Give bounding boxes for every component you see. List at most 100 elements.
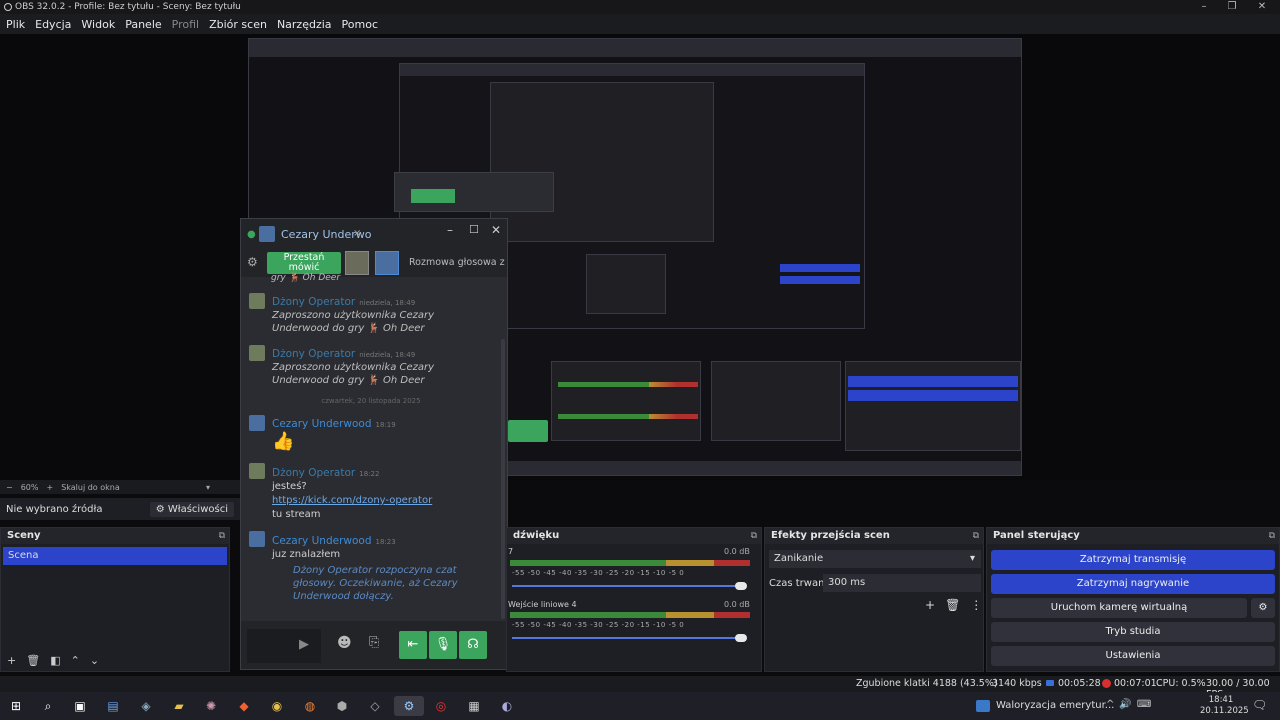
menu-bar: Plik Edycja Widok Panele Profil Zbiór sc… — [0, 14, 1280, 34]
menu-view[interactable]: Widok — [81, 18, 115, 31]
captured-blue-button — [780, 264, 860, 272]
duration-input[interactable]: 300 ms — [823, 574, 981, 592]
chevron-down-icon[interactable]: ▾ — [206, 483, 210, 492]
add-icon[interactable]: + — [7, 654, 16, 667]
news-icon[interactable] — [976, 700, 990, 712]
windows-start-icon[interactable]: ⊞ — [5, 696, 27, 716]
undock-icon[interactable]: ⧉ — [751, 528, 757, 544]
source-toolbar: Nie wybrano źródła ⚙ Właściwości — [0, 498, 240, 520]
more-icon[interactable]: ⋮ — [970, 598, 982, 612]
studio-mode-button[interactable]: Tryb studia — [991, 622, 1275, 642]
transition-toolbar: + 🗑 ⋮ — [925, 598, 982, 612]
brave-icon[interactable]: ◆ — [233, 696, 255, 716]
undock-icon[interactable]: ⧉ — [1269, 528, 1275, 544]
message-header: Dżony Operator niedziela, 18:49 — [272, 347, 415, 360]
taskbar: ⊞ ⌕ ▣ ▤ ◈ ▰ ✺ ◆ ◉ ◍ ⬢ ◇ ⚙ ◎ ▦ ◐ Waloryza… — [0, 692, 1280, 720]
minimize-icon[interactable]: – — [1192, 0, 1216, 14]
message-author[interactable]: Dżony Operator — [272, 467, 355, 479]
headset-icon[interactable]: ☊ — [459, 631, 487, 659]
stop-streaming-button[interactable]: Zatrzymaj transmisję — [991, 550, 1275, 570]
zoom-out-icon[interactable]: − — [6, 483, 13, 492]
gear-icon[interactable]: ⚙ — [247, 255, 258, 269]
fit-to-window-dropdown[interactable]: Skaluj do okna — [61, 483, 120, 492]
send-icon[interactable]: ▶ — [299, 637, 309, 652]
app-icon[interactable]: ✺ — [200, 696, 222, 716]
maximize-icon[interactable]: ☐ — [469, 223, 479, 236]
obs-icon[interactable]: ◎ — [430, 696, 452, 716]
app-icon[interactable]: ◐ — [496, 696, 518, 716]
record-time: 00:07:01 — [1114, 678, 1157, 689]
stop-recording-button[interactable]: Zatrzymaj nagrywanie — [991, 574, 1275, 594]
clock-time: 18:41 — [1208, 695, 1234, 705]
chat-input[interactable] — [247, 629, 321, 663]
trash-icon[interactable]: 🗑 — [26, 654, 40, 667]
firefox-icon[interactable]: ◍ — [299, 696, 321, 716]
app-icon[interactable]: ⬢ — [331, 696, 353, 716]
leave-voice-icon[interactable]: ⇤ — [399, 631, 427, 659]
start-virtual-camera-button[interactable]: Uruchom kamerę wirtualną — [991, 598, 1247, 618]
message-author[interactable]: Cezary Underwood — [272, 535, 372, 547]
trash-icon[interactable]: 🗑 — [945, 598, 960, 612]
zoom-in-icon[interactable]: + — [46, 483, 53, 492]
notification-icon[interactable]: 🗨 — [1252, 698, 1267, 712]
chat-scrollbar[interactable] — [501, 339, 505, 619]
minimize-icon[interactable]: – — [447, 223, 453, 237]
volume-slider-handle[interactable] — [735, 582, 747, 590]
undock-icon[interactable]: ⧉ — [219, 528, 225, 544]
tray-icons[interactable]: ^🔊⌨ — [1106, 699, 1156, 710]
avatar — [249, 345, 265, 361]
app-icon[interactable]: ▦ — [463, 696, 485, 716]
preview-canvas[interactable] — [0, 34, 1280, 480]
undock-icon[interactable]: ⧉ — [973, 528, 979, 544]
microphone-icon[interactable]: 🎙 — [429, 631, 457, 659]
volume-slider[interactable] — [512, 637, 742, 639]
attach-icon[interactable]: ⎘ — [369, 635, 379, 650]
record-icon — [1102, 679, 1111, 688]
maximize-icon[interactable]: ❐ — [1220, 0, 1244, 14]
menu-tools[interactable]: Narzędzia — [277, 18, 332, 31]
stop-talking-button[interactable]: Przestań mówić — [267, 252, 341, 274]
emoji-icon[interactable]: ☻ — [337, 635, 352, 651]
transition-select[interactable]: Zanikanie ▾ — [769, 550, 981, 568]
controls-header: Panel sterujący ⧉ — [987, 528, 1279, 544]
move-up-icon[interactable]: ⌃ — [71, 654, 80, 667]
menu-profile[interactable]: Profil — [172, 18, 199, 31]
search-icon[interactable]: ⌕ — [37, 696, 59, 716]
app-icon[interactable]: ▤ — [102, 696, 124, 716]
close-icon[interactable]: ✕ — [1250, 0, 1274, 14]
properties-button[interactable]: ⚙ Właściwości — [149, 501, 234, 517]
message-author[interactable]: Dżony Operator — [272, 348, 355, 360]
stream-link[interactable]: https://kick.com/dzony-operator — [272, 494, 432, 508]
message-time: niedziela, 18:49 — [359, 351, 416, 359]
task-view-icon[interactable]: ▣ — [69, 696, 91, 716]
move-down-icon[interactable]: ⌄ — [90, 654, 99, 667]
add-icon[interactable]: + — [925, 598, 935, 612]
gear-icon[interactable]: ⚙ — [1251, 598, 1275, 618]
menu-file[interactable]: Plik — [6, 18, 25, 31]
volume-slider[interactable] — [512, 585, 742, 587]
tab-close-icon[interactable]: × — [353, 228, 361, 239]
close-icon[interactable]: ✕ — [491, 223, 501, 237]
message-author[interactable]: Dżony Operator — [272, 296, 355, 308]
thumbs-up-emoji: 👍 — [272, 431, 295, 452]
menu-edit[interactable]: Edycja — [35, 18, 71, 31]
chat-window[interactable]: ● Cezary Underwo × – ☐ ✕ ⚙ Przestań mówi… — [240, 218, 508, 670]
chat-titlebar: ● Cezary Underwo × – ☐ ✕ — [241, 219, 507, 249]
menu-docks[interactable]: Panele — [125, 18, 161, 31]
app-icon[interactable]: ◇ — [364, 696, 386, 716]
steam-icon[interactable]: ⚙ — [394, 696, 424, 716]
meter-scale: -55 -50 -45 -40 -35 -30 -25 -20 -15 -10 … — [512, 621, 685, 629]
folder-icon[interactable]: ▰ — [168, 696, 190, 716]
settings-button[interactable]: Ustawienia — [991, 646, 1275, 666]
chrome-icon[interactable]: ◉ — [266, 696, 288, 716]
menu-scene-collection[interactable]: Zbiór scen — [209, 18, 267, 31]
audio-header: dźwięku ⧉ — [507, 528, 761, 544]
news-ticker[interactable]: Waloryzacja emerytur... — [996, 700, 1114, 711]
filter-icon[interactable]: ◧ — [50, 654, 60, 667]
menu-help[interactable]: Pomoc — [342, 18, 378, 31]
captured-transitions-dock — [711, 361, 841, 441]
app-icon[interactable]: ◈ — [135, 696, 157, 716]
message-author[interactable]: Cezary Underwood — [272, 418, 372, 430]
volume-slider-handle[interactable] — [735, 634, 747, 642]
scene-item[interactable]: Scena — [3, 547, 227, 565]
